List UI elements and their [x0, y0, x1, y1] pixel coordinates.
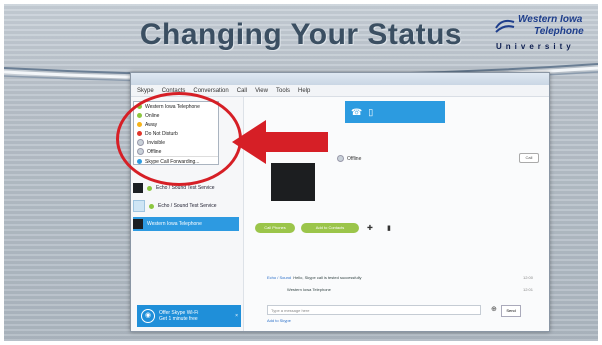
contact-item[interactable]: Echo / Sound Test Service: [133, 199, 239, 213]
menu-tools[interactable]: Tools: [276, 88, 290, 94]
window-titlebar[interactable]: [131, 73, 549, 85]
contact-name: Western Iowa Telephone: [147, 221, 202, 227]
contact-avatar: [133, 219, 143, 229]
attach-icon[interactable]: ⊕: [491, 305, 497, 313]
phone-icon: ☎: [351, 106, 363, 117]
send-button[interactable]: Send: [501, 305, 521, 317]
chat-time: 12:00: [522, 275, 533, 280]
menu-conversation[interactable]: Conversation: [193, 88, 228, 94]
contact-item-selected[interactable]: Western Iowa Telephone: [133, 217, 239, 231]
presence-icon: [149, 203, 154, 209]
logo-line-1: Western Iowa: [518, 14, 583, 25]
wifi-icon: ◉: [141, 309, 155, 323]
promo-subtitle: Get 1 minute free: [159, 316, 198, 322]
contact-name: Echo / Sound Test Service: [156, 185, 215, 191]
chat-sender[interactable]: Echo / Sound: [267, 275, 291, 280]
add-to-contacts-button[interactable]: Add to Contacts: [301, 223, 359, 233]
call-chip[interactable]: Call: [519, 153, 539, 163]
menu-help[interactable]: Help: [298, 88, 310, 94]
profile-picture: [271, 163, 315, 201]
add-to-skype-link[interactable]: Add to Skype: [267, 318, 291, 323]
call-phones-button[interactable]: Call Phones: [255, 223, 295, 233]
chat-text: Hello, Skype call is tested successfully: [293, 275, 362, 280]
logo-swirl-icon: [495, 19, 515, 33]
promo-close-icon[interactable]: ×: [235, 313, 238, 319]
profile-status-label: Offline: [347, 155, 362, 162]
promo-text: Offer Skype Wi-Fi Get 1 minute free: [159, 310, 198, 322]
annotation-circle: [116, 92, 242, 186]
logo-line-3: University: [496, 42, 575, 51]
profile-status: Offline: [337, 155, 361, 162]
chat-message: Western Iowa Telephone: [287, 287, 331, 292]
status-offline-icon: [337, 155, 344, 162]
chat-message: Echo / Sound Hello, Skype call is tested…: [267, 275, 362, 280]
contact-name: Echo / Sound Test Service: [158, 203, 217, 209]
chat-time: 12:01: [522, 287, 533, 292]
skype-top-banner[interactable]: ☎ ▯: [345, 101, 445, 123]
contact-avatar: [133, 183, 143, 193]
presence-icon: [147, 185, 152, 191]
skype-wifi-promo[interactable]: ◉ Offer Skype Wi-Fi Get 1 minute free ×: [137, 305, 241, 327]
chat-text: Western Iowa Telephone: [287, 287, 331, 292]
mobile-icon: ▯: [368, 106, 374, 117]
menu-skype[interactable]: Skype: [137, 88, 154, 94]
signal-icon[interactable]: ▮: [387, 224, 391, 232]
menu-call[interactable]: Call: [237, 88, 247, 94]
contact-avatar: [133, 200, 145, 212]
annotation-arrow-icon: [232, 120, 328, 164]
message-input[interactable]: Type a message here: [267, 305, 481, 315]
add-contact-icon[interactable]: ✚: [367, 224, 373, 232]
menu-view[interactable]: View: [255, 88, 268, 94]
university-logo: Western Iowa Telephone University: [490, 14, 590, 58]
logo-line-2: Telephone: [534, 26, 584, 37]
